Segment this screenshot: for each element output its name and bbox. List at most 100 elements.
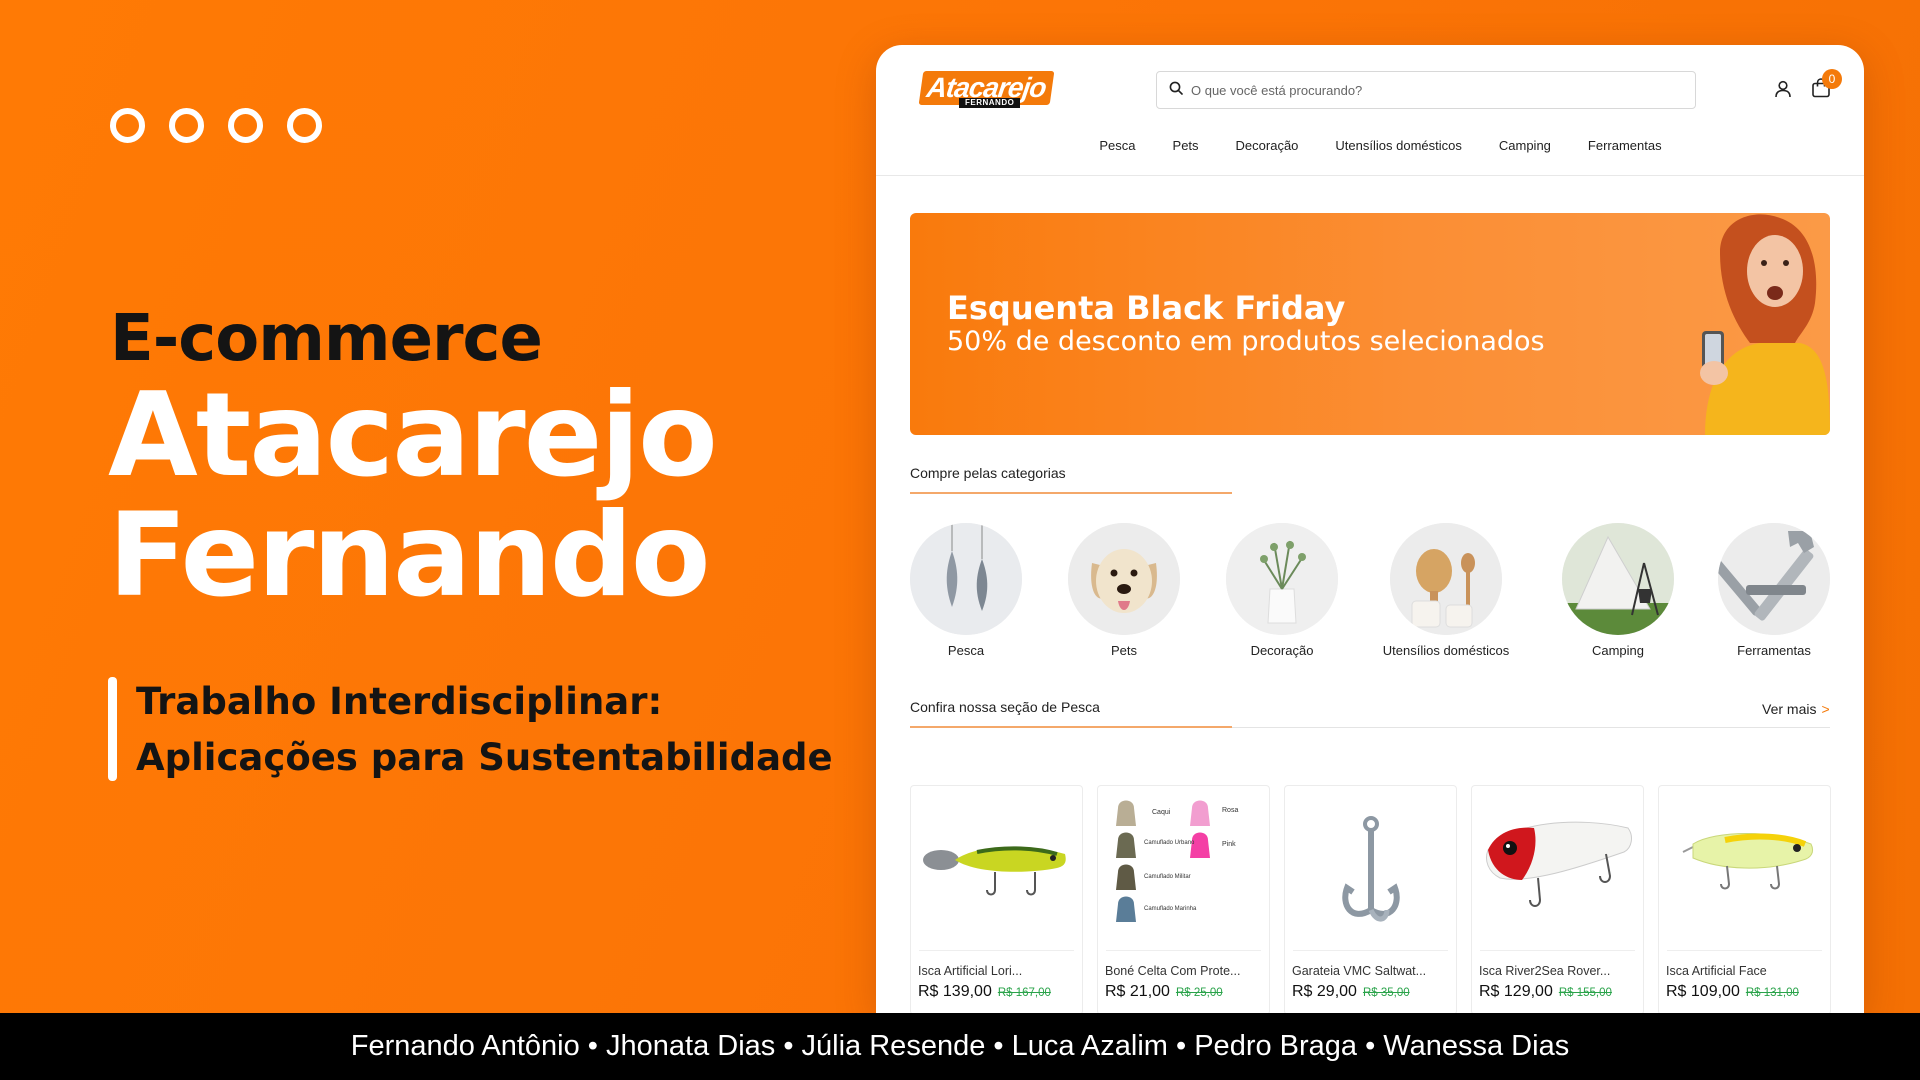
variant-label: Camuflado Militar bbox=[1144, 874, 1191, 880]
card-separator bbox=[1293, 950, 1448, 951]
product-price: R$ 21,00 bbox=[1105, 983, 1170, 1000]
product-price: R$ 29,00 bbox=[1292, 983, 1357, 1000]
product-card[interactable]: Isca River2Sea Rover... R$ 129,00 R$ 155,… bbox=[1471, 785, 1644, 1013]
nav-item-pesca[interactable]: Pesca bbox=[1099, 138, 1135, 153]
product-price: R$ 109,00 bbox=[1666, 983, 1740, 1000]
dot-2 bbox=[169, 108, 204, 143]
main-nav: Pesca Pets Decoração Utensílios doméstic… bbox=[876, 138, 1864, 153]
dot-4 bbox=[287, 108, 322, 143]
dot-1 bbox=[110, 108, 145, 143]
category-decoracao[interactable]: Decoração bbox=[1226, 523, 1338, 658]
authors-footer: Fernando Antônio • Jhonata Dias • Júlia … bbox=[0, 1013, 1920, 1080]
see-more-link[interactable]: Ver mais > bbox=[1762, 701, 1830, 717]
logo-tagline: FERNANDO bbox=[959, 98, 1021, 108]
product-old-price: R$ 131,00 bbox=[1745, 987, 1799, 999]
category-utensilios-image bbox=[1390, 523, 1502, 635]
dot-3 bbox=[228, 108, 263, 143]
variant-label: Camuflado Urbano bbox=[1144, 840, 1195, 846]
website-mockup: Atacarejo FERNANDO 0 Pesca Pets Decoraçã… bbox=[876, 45, 1864, 1013]
product-image-lure-yellow bbox=[1682, 833, 1814, 890]
slide-subtitle-line-2: Aplicações para Sustentabilidade bbox=[136, 736, 833, 779]
card-separator bbox=[1480, 950, 1635, 951]
category-pesca-image bbox=[910, 523, 1022, 635]
nav-divider bbox=[876, 175, 1864, 176]
products-section-title: Confira nossa seção de Pesca bbox=[910, 699, 1100, 715]
banner-woman-image bbox=[1700, 214, 1830, 435]
search-icon[interactable] bbox=[1169, 81, 1183, 100]
slide-brand-line-2: Fernando bbox=[108, 488, 711, 623]
product-price-block: R$ 29,00 R$ 35,00 bbox=[1292, 983, 1410, 1001]
subtitle-accent-bar bbox=[108, 677, 117, 781]
product-image-lure-red-white bbox=[1486, 821, 1632, 907]
products-section-divider bbox=[1232, 727, 1830, 728]
nav-item-camping[interactable]: Camping bbox=[1499, 138, 1551, 153]
product-price: R$ 139,00 bbox=[918, 983, 992, 1000]
category-label: Ferramentas bbox=[1737, 643, 1811, 658]
product-name: Isca Artificial Face bbox=[1666, 964, 1767, 978]
window-dots bbox=[110, 108, 322, 143]
category-ferramentas-image bbox=[1718, 523, 1830, 635]
card-separator bbox=[1106, 950, 1261, 951]
product-price-block: R$ 129,00 R$ 155,00 bbox=[1479, 983, 1612, 1001]
categories-section-underline bbox=[910, 492, 1232, 494]
product-name: Isca Artificial Lori... bbox=[918, 964, 1023, 978]
category-pets[interactable]: Pets bbox=[1068, 523, 1180, 658]
product-card[interactable]: Isca Artificial Face R$ 109,00 R$ 131,00 bbox=[1658, 785, 1831, 1013]
product-price-block: R$ 109,00 R$ 131,00 bbox=[1666, 983, 1799, 1001]
product-name: Boné Celta Com Prote... bbox=[1105, 964, 1241, 978]
products-section-underline bbox=[910, 726, 1232, 728]
banner-title: Esquenta Black Friday bbox=[947, 289, 1346, 327]
product-image-caps: Caqui Rosa Camuflado Urbano Pink Camufla… bbox=[1116, 800, 1238, 922]
product-old-price: R$ 155,00 bbox=[1558, 987, 1612, 999]
product-price: R$ 129,00 bbox=[1479, 983, 1553, 1000]
product-card[interactable]: Garateia VMC Saltwat... R$ 29,00 R$ 35,00 bbox=[1284, 785, 1457, 1013]
nav-item-ferramentas[interactable]: Ferramentas bbox=[1588, 138, 1662, 153]
variant-label: Caqui bbox=[1152, 809, 1171, 816]
product-name: Garateia VMC Saltwat... bbox=[1292, 964, 1427, 978]
nav-item-utensilios[interactable]: Utensílios domésticos bbox=[1335, 138, 1461, 153]
chevron-right-icon: > bbox=[1821, 701, 1830, 717]
category-camping[interactable]: Camping bbox=[1562, 523, 1674, 658]
product-card[interactable]: Caqui Rosa Camuflado Urbano Pink Camufla… bbox=[1097, 785, 1270, 1013]
user-icon[interactable] bbox=[1773, 79, 1793, 104]
cart-count-badge: 0 bbox=[1822, 69, 1842, 89]
card-separator bbox=[1667, 950, 1822, 951]
category-label: Utensílios domésticos bbox=[1382, 643, 1510, 658]
category-label: Camping bbox=[1591, 643, 1645, 658]
category-decoracao-image bbox=[1226, 523, 1338, 635]
product-name: Isca River2Sea Rover... bbox=[1479, 964, 1611, 978]
product-price-block: R$ 139,00 R$ 167,00 bbox=[918, 983, 1051, 1001]
product-old-price: R$ 25,00 bbox=[1175, 987, 1223, 999]
banner-subtitle: 50% de desconto em produtos selecionados bbox=[947, 326, 1545, 357]
authors-text: Fernando Antônio • Jhonata Dias • Júlia … bbox=[350, 1030, 1570, 1062]
site-logo[interactable]: Atacarejo FERNANDO bbox=[918, 71, 1055, 109]
product-old-price: R$ 167,00 bbox=[997, 987, 1051, 999]
category-pesca[interactable]: Pesca bbox=[910, 523, 1022, 658]
category-utensilios[interactable]: Utensílios domésticos bbox=[1356, 523, 1536, 658]
search-input[interactable] bbox=[1191, 82, 1671, 98]
nav-item-pets[interactable]: Pets bbox=[1173, 138, 1199, 153]
search-bar[interactable] bbox=[1156, 71, 1696, 109]
variant-label: Camuflado Marinha bbox=[1144, 906, 1197, 912]
product-image-treble-hook bbox=[1342, 816, 1400, 922]
category-camping-image bbox=[1562, 523, 1674, 635]
slide-brand-line-1: Atacarejo bbox=[108, 368, 718, 503]
category-label: Decoração bbox=[1250, 643, 1314, 658]
nav-item-decoracao[interactable]: Decoração bbox=[1236, 138, 1299, 153]
category-pets-image bbox=[1068, 523, 1180, 635]
category-ferramentas[interactable]: Ferramentas bbox=[1718, 523, 1830, 658]
product-card[interactable]: Isca Artificial Lori... R$ 139,00 R$ 167,… bbox=[910, 785, 1083, 1013]
product-old-price: R$ 35,00 bbox=[1362, 987, 1410, 999]
see-more-label: Ver mais bbox=[1762, 701, 1817, 717]
variant-label: Rosa bbox=[1222, 807, 1238, 814]
slide-heading-small: E-commerce bbox=[110, 302, 543, 376]
card-separator bbox=[919, 950, 1074, 951]
variant-label: Pink bbox=[1222, 841, 1236, 848]
category-label: Pesca bbox=[947, 643, 985, 658]
product-price-block: R$ 21,00 R$ 25,00 bbox=[1105, 983, 1223, 1001]
product-image-lure-green bbox=[923, 846, 1066, 896]
category-label: Pets bbox=[1110, 643, 1137, 658]
slide-subtitle-line-1: Trabalho Interdisciplinar: bbox=[136, 680, 663, 723]
categories-section-title: Compre pelas categorias bbox=[910, 465, 1066, 481]
promo-banner[interactable]: Esquenta Black Friday 50% de desconto em… bbox=[910, 213, 1830, 435]
